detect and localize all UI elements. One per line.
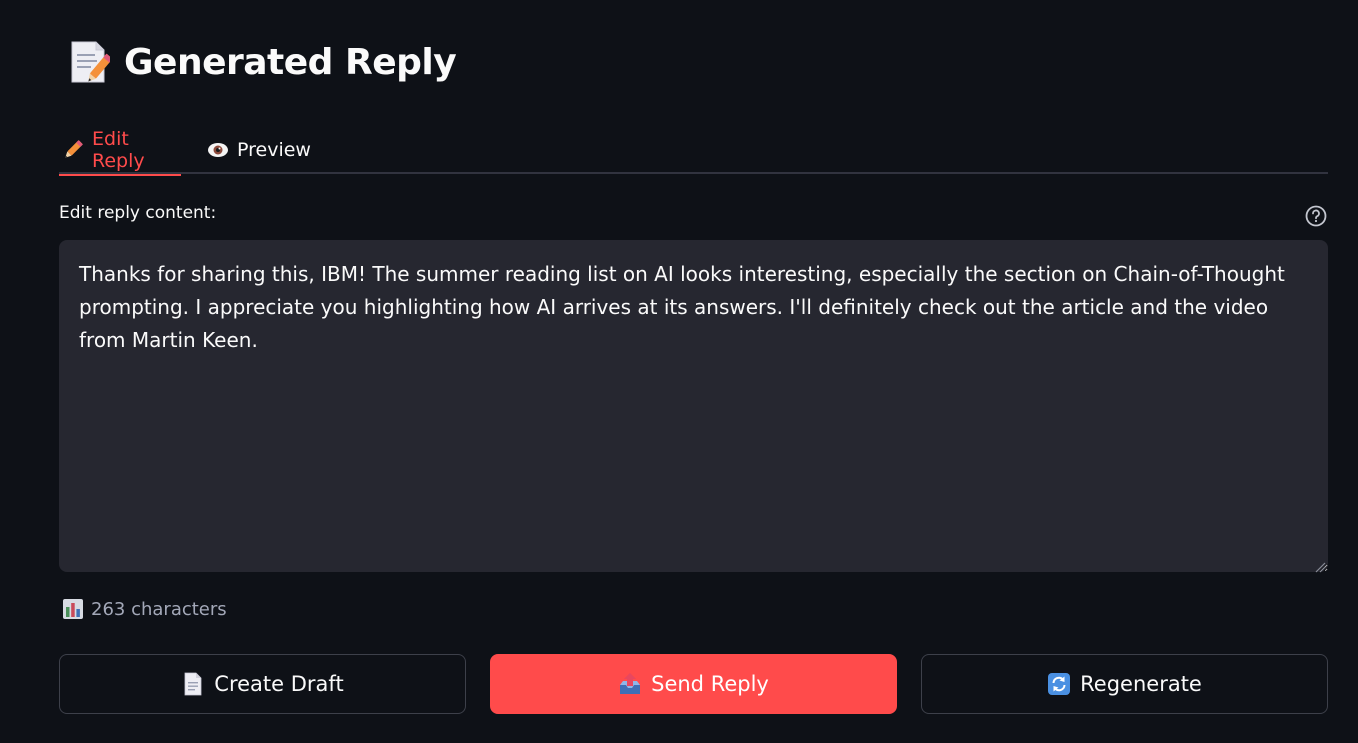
send-reply-label: Send Reply bbox=[651, 672, 769, 696]
question-circle-icon[interactable] bbox=[1305, 205, 1327, 227]
reply-content-label: Edit reply content: bbox=[59, 203, 217, 223]
create-draft-button[interactable]: Create Draft bbox=[59, 654, 466, 714]
create-draft-label: Create Draft bbox=[214, 672, 344, 696]
regenerate-label: Regenerate bbox=[1080, 672, 1202, 696]
textarea-resize-handle[interactable] bbox=[1314, 558, 1326, 573]
reply-content-textarea[interactable]: Thanks for sharing this, IBM! The summer… bbox=[59, 240, 1328, 572]
page-icon bbox=[181, 672, 205, 696]
tab-edit-reply-label: Edit Reply bbox=[92, 128, 145, 172]
eye-icon bbox=[207, 139, 229, 161]
page-header: Generated Reply bbox=[68, 38, 457, 86]
character-count: 263 characters bbox=[62, 598, 227, 620]
tab-preview[interactable]: Preview bbox=[207, 126, 311, 174]
regenerate-button[interactable]: Regenerate bbox=[921, 654, 1328, 714]
page-title: Generated Reply bbox=[124, 41, 457, 83]
generated-reply-panel: Generated Reply Edit Reply Preview Edit … bbox=[0, 0, 1358, 743]
outbox-tray-icon bbox=[618, 672, 642, 696]
bar-chart-icon bbox=[62, 598, 84, 620]
refresh-arrows-icon bbox=[1047, 672, 1071, 696]
character-count-text: 263 characters bbox=[91, 598, 227, 620]
pencil-icon bbox=[62, 139, 84, 161]
tabs-divider bbox=[59, 172, 1328, 174]
send-reply-button[interactable]: Send Reply bbox=[490, 654, 897, 714]
memo-icon bbox=[68, 40, 113, 84]
tab-edit-reply[interactable]: Edit Reply bbox=[59, 126, 181, 176]
tab-preview-label: Preview bbox=[237, 139, 311, 161]
reply-tabs: Edit Reply Preview bbox=[59, 118, 1328, 176]
